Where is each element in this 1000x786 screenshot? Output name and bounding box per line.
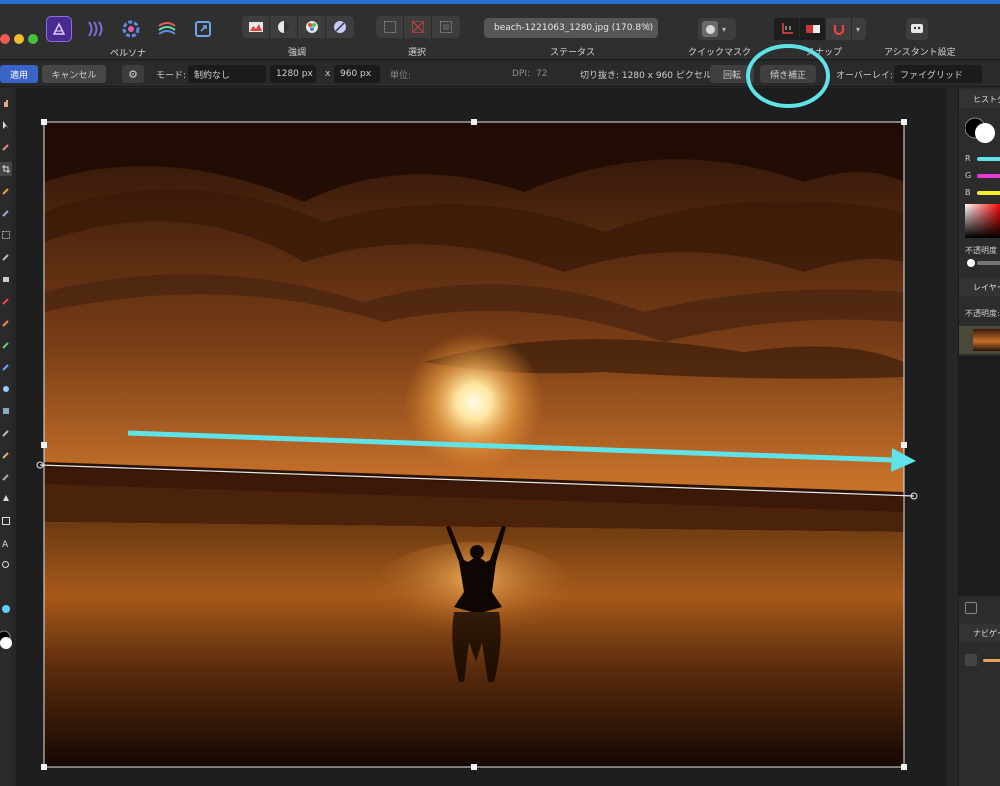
annotation-circle (746, 44, 830, 108)
opacity-dot-icon (967, 259, 975, 267)
app-window: ペルソナ 強調 選択 beach-1221063_1280.jpg (170.8… (0, 0, 1000, 786)
opacity-label: 不透明度 (965, 246, 997, 255)
channel-r-slider[interactable] (977, 157, 1000, 161)
channel-g-slider[interactable] (977, 174, 1000, 178)
zoom-slider[interactable] (983, 659, 1000, 662)
color-swatch-icon[interactable] (965, 116, 997, 144)
layers-list[interactable] (959, 356, 1000, 596)
navigator-panel-header[interactable]: ナビゲーター (959, 624, 1000, 642)
histogram-panel-header[interactable]: ヒストグラム (959, 90, 1000, 108)
opacity-slider[interactable] (977, 261, 1000, 265)
channel-b-label: B (965, 188, 971, 197)
histogram-title: ヒストグラム (973, 94, 1000, 104)
color-picker-field[interactable] (965, 204, 1000, 238)
layer-opacity-label: 不透明度: (965, 309, 1000, 318)
annotation-arrow-shaft (127, 430, 893, 463)
layer-thumbnail (973, 329, 1000, 351)
crop-overlay[interactable] (0, 0, 1000, 786)
right-studio-panel: ヒストグラム R G B 不透明度 レイヤー 不透明度: ナビゲーター (958, 88, 1000, 786)
layer-row[interactable] (959, 326, 1000, 354)
channel-r-label: R (965, 154, 971, 163)
straighten-line (39, 464, 915, 497)
layers-panel-header[interactable]: レイヤー (959, 278, 1000, 296)
channel-g-label: G (965, 171, 972, 180)
layers-title: レイヤー (973, 282, 1000, 292)
channel-b-slider[interactable] (977, 191, 1000, 195)
navigator-title: ナビゲーター (973, 628, 1000, 638)
copy-icon[interactable] (965, 602, 977, 614)
zoom-out-icon[interactable] (965, 654, 977, 666)
